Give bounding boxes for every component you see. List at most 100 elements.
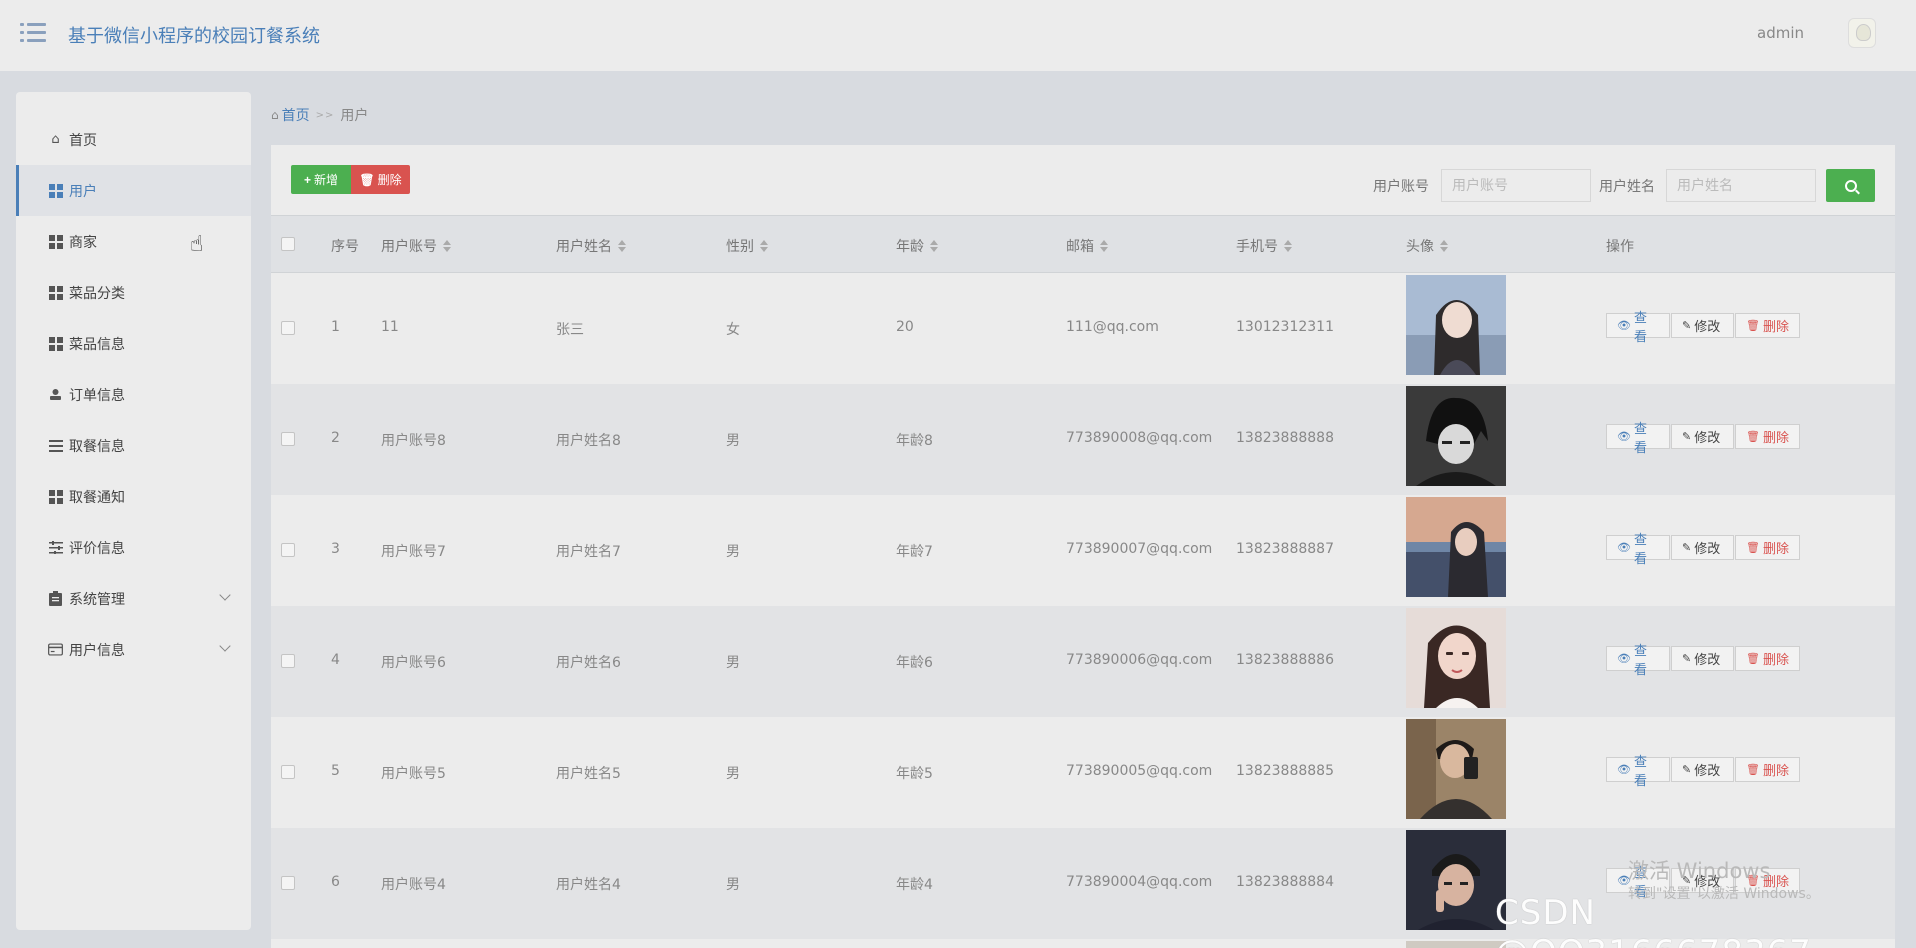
- column-email[interactable]: 邮箱: [1066, 236, 1108, 256]
- sidebar-item-user-info[interactable]: 用户信息: [16, 624, 251, 675]
- cell-account: 用户账号6: [381, 655, 446, 671]
- chevron-down-icon[interactable]: [219, 589, 231, 601]
- edit-button[interactable]: ✎ 修改: [1671, 424, 1734, 449]
- view-button[interactable]: 👁 查看: [1606, 755, 1670, 789]
- sidebar-item-orders[interactable]: 订单信息: [16, 369, 251, 420]
- user-avatar-photo: [1406, 830, 1506, 930]
- column-label: 用户账号: [381, 239, 437, 255]
- edit-button-label: 修改: [1694, 320, 1721, 335]
- breadcrumb-home[interactable]: ⌂ 首页: [271, 105, 310, 125]
- sidebar-item-pickup-info[interactable]: 取餐信息: [16, 420, 251, 471]
- cell-gender: 男: [726, 433, 740, 449]
- row-checkbox[interactable]: [281, 654, 295, 668]
- view-button-label: 查看: [1633, 643, 1647, 678]
- sidebar-item-label: 首页: [69, 132, 97, 149]
- cell-index: 5: [331, 763, 340, 779]
- search-button[interactable]: [1826, 169, 1875, 202]
- sort-icon[interactable]: [1440, 240, 1448, 252]
- delete-button[interactable]: 🗑 删除: [1735, 757, 1800, 782]
- column-label: 手机号: [1236, 239, 1278, 255]
- name-search-input[interactable]: [1666, 169, 1816, 202]
- column-label: 邮箱: [1066, 239, 1094, 255]
- trash-icon: 🗑: [1746, 430, 1760, 443]
- sidebar-item-home[interactable]: ⌂ 首页: [16, 114, 251, 165]
- column-phone[interactable]: 手机号: [1236, 236, 1292, 256]
- cell-name: 用户姓名8: [556, 433, 621, 449]
- user-avatar-photo: [1406, 275, 1506, 375]
- eye-icon: 👁: [1617, 652, 1631, 665]
- view-button[interactable]: 👁 查看: [1606, 533, 1670, 567]
- table-row: 1 11 张三 女 20 111@qq.com 13012312311 👁 查看 …: [271, 273, 1895, 384]
- chevron-down-icon[interactable]: [219, 640, 231, 652]
- sort-icon[interactable]: [1284, 240, 1292, 252]
- edit-button-label: 修改: [1694, 764, 1721, 779]
- delete-button[interactable]: 🗑 删除: [1735, 424, 1800, 449]
- row-checkbox[interactable]: [281, 765, 295, 779]
- menu-toggle-icon[interactable]: [20, 22, 46, 44]
- column-actions: 操作: [1606, 239, 1634, 255]
- edit-button[interactable]: ✎ 修改: [1671, 757, 1734, 782]
- column-name[interactable]: 用户姓名: [556, 236, 626, 256]
- edit-button[interactable]: ✎ 修改: [1671, 646, 1734, 671]
- row-checkbox[interactable]: [281, 876, 295, 890]
- sidebar-item-dish-categories[interactable]: 菜品分类: [16, 267, 251, 318]
- sidebar-item-label: 取餐通知: [69, 489, 125, 506]
- user-avatar-photo: [1406, 497, 1506, 597]
- edit-icon: ✎: [1682, 541, 1692, 554]
- sidebar-item-label: 用户信息: [69, 642, 125, 659]
- sidebar-item-reviews[interactable]: 评价信息: [16, 522, 251, 573]
- cell-index: 3: [331, 541, 340, 557]
- batch-delete-button[interactable]: 🗑 删除: [351, 165, 410, 194]
- row-checkbox[interactable]: [281, 543, 295, 557]
- cell-age: 年龄7: [896, 544, 933, 560]
- list-icon: [48, 438, 63, 453]
- column-gender[interactable]: 性别: [726, 236, 768, 256]
- eye-icon: 👁: [1617, 430, 1631, 443]
- sidebar-item-label: 菜品信息: [69, 336, 125, 353]
- column-avatar[interactable]: 头像: [1406, 236, 1448, 256]
- sort-icon[interactable]: [930, 240, 938, 252]
- sort-icon[interactable]: [1100, 240, 1108, 252]
- grid-icon: [48, 183, 63, 198]
- edit-button[interactable]: ✎ 修改: [1671, 535, 1734, 560]
- cell-index: 1: [331, 319, 340, 335]
- row-actions: 👁 查看 ✎ 修改 🗑 删除: [1606, 422, 1801, 456]
- cell-account: 用户账号8: [381, 433, 446, 449]
- cell-age: 年龄4: [896, 877, 933, 893]
- cell-index: 6: [331, 874, 340, 890]
- delete-button-label: 删除: [1762, 320, 1789, 335]
- sliders-icon: [48, 540, 63, 555]
- sidebar-item-merchants[interactable]: 商家: [16, 216, 251, 267]
- account-search-input[interactable]: [1441, 169, 1591, 202]
- view-button[interactable]: 👁 查看: [1606, 311, 1670, 345]
- column-age[interactable]: 年龄: [896, 236, 938, 256]
- main-panel: + 新增 🗑 删除 用户账号 用户姓名 序号 用户账号 用户姓名 性别 年龄 邮…: [271, 145, 1895, 948]
- grid-icon: [48, 234, 63, 249]
- hand-cursor-icon: ☝: [190, 232, 204, 257]
- select-all-checkbox[interactable]: [281, 237, 295, 251]
- sidebar-item-users[interactable]: 用户: [16, 165, 251, 216]
- cell-account: 用户账号4: [381, 877, 446, 893]
- view-button[interactable]: 👁 查看: [1606, 644, 1670, 678]
- sidebar-item-dishes[interactable]: 菜品信息: [16, 318, 251, 369]
- user-name[interactable]: admin: [1757, 24, 1804, 42]
- row-checkbox[interactable]: [281, 432, 295, 446]
- home-icon: ⌂: [271, 108, 279, 122]
- sidebar-item-label: 系统管理: [69, 591, 125, 608]
- sort-icon[interactable]: [443, 240, 451, 252]
- user-avatar[interactable]: [1848, 18, 1876, 48]
- add-button[interactable]: + 新增: [291, 165, 351, 194]
- sort-icon[interactable]: [618, 240, 626, 252]
- row-checkbox[interactable]: [281, 321, 295, 335]
- trash-icon: 🗑: [1746, 763, 1760, 776]
- view-button[interactable]: 👁 查看: [1606, 422, 1670, 456]
- sidebar-item-pickup-notice[interactable]: 取餐通知: [16, 471, 251, 522]
- delete-button[interactable]: 🗑 删除: [1735, 646, 1800, 671]
- sidebar-item-system[interactable]: 系统管理: [16, 573, 251, 624]
- delete-button[interactable]: 🗑 删除: [1735, 313, 1800, 338]
- column-account[interactable]: 用户账号: [381, 236, 451, 256]
- cell-account: 用户账号7: [381, 544, 446, 560]
- sort-icon[interactable]: [760, 240, 768, 252]
- edit-button[interactable]: ✎ 修改: [1671, 313, 1734, 338]
- delete-button[interactable]: 🗑 删除: [1735, 535, 1800, 560]
